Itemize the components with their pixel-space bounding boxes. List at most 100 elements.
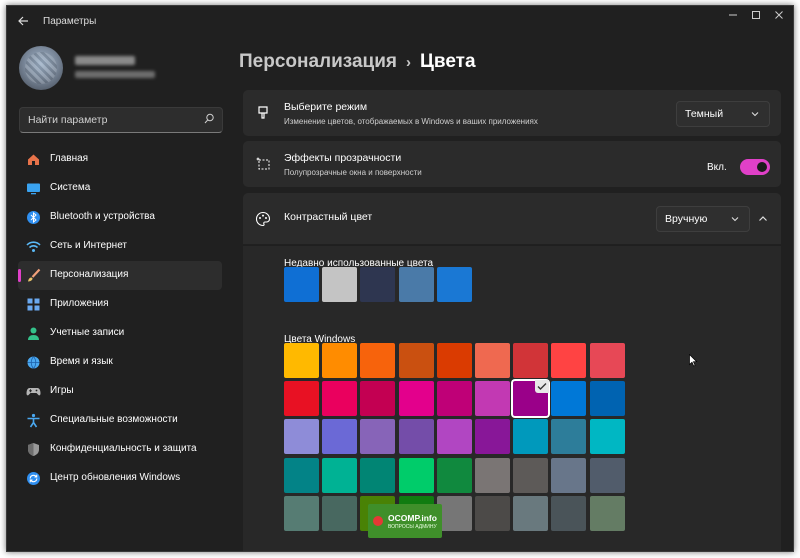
windows-color-swatch[interactable]: [436, 343, 472, 378]
palette-icon: [255, 211, 271, 227]
transparency-toggle[interactable]: [740, 159, 770, 175]
windows-color-swatch[interactable]: [589, 419, 625, 455]
sidebar-item-7[interactable]: Время и язык: [18, 348, 222, 377]
search-input[interactable]: Найти параметр: [19, 107, 223, 133]
mouse-cursor-icon: [689, 354, 698, 367]
windows-color-swatch[interactable]: [322, 457, 358, 493]
windows-color-swatch[interactable]: [398, 457, 434, 493]
windows-color-swatch[interactable]: [551, 495, 587, 531]
windows-color-swatch[interactable]: [284, 343, 319, 378]
windows-color-swatch[interactable]: [513, 419, 549, 455]
minimize-button[interactable]: [723, 10, 743, 26]
windows-color-swatch[interactable]: [589, 381, 625, 417]
minimize-icon: [729, 14, 737, 16]
title-bar: Параметры: [7, 6, 793, 36]
close-button[interactable]: [769, 10, 789, 26]
windows-color-swatch[interactable]: [360, 419, 396, 455]
sidebar-item-10[interactable]: Конфиденциальность и защита: [18, 435, 222, 464]
windows-color-swatch[interactable]: [436, 381, 472, 417]
windows-color-swatch[interactable]: [436, 495, 472, 531]
sidebar-item-1[interactable]: Система: [18, 174, 222, 203]
toggle-knob: [757, 162, 767, 172]
windows-color-swatch[interactable]: [322, 381, 358, 417]
windows-color-swatch[interactable]: [475, 419, 510, 455]
watermark-badge-icon: [373, 516, 383, 526]
windows-color-swatch[interactable]: [589, 495, 625, 531]
sidebar-item-label: Специальные возможности: [50, 414, 178, 425]
sidebar-item-label: Игры: [50, 385, 74, 396]
back-button[interactable]: [15, 13, 31, 29]
user-profile[interactable]: [19, 46, 229, 96]
windows-color-swatch[interactable]: [398, 381, 434, 417]
windows-color-swatch[interactable]: [284, 419, 319, 455]
sidebar-item-label: Учетные записи: [50, 327, 125, 338]
accent-card[interactable]: Контрастный цвет Вручную: [243, 193, 781, 244]
maximize-icon: [752, 11, 760, 19]
sidebar-item-6[interactable]: Учетные записи: [18, 319, 222, 348]
windows-color-swatch[interactable]: [436, 419, 472, 455]
accent-dropdown-value: Вручную: [665, 213, 708, 225]
windows-color-swatch[interactable]: [322, 419, 358, 455]
recent-color-swatch[interactable]: [398, 267, 434, 302]
recent-color-swatch[interactable]: [360, 267, 396, 302]
close-icon: [775, 11, 783, 19]
breadcrumb-parent[interactable]: Персонализация: [239, 51, 397, 72]
windows-color-swatch[interactable]: [284, 381, 319, 417]
windows-color-swatch[interactable]: [551, 419, 587, 455]
sidebar-item-9[interactable]: Специальные возможности: [18, 406, 222, 435]
windows-color-swatch[interactable]: [360, 457, 396, 493]
windows-color-swatch[interactable]: [322, 343, 358, 378]
sidebar-item-5[interactable]: Приложения: [18, 290, 222, 319]
windows-color-swatch[interactable]: [589, 343, 625, 378]
windows-color-swatch[interactable]: [284, 495, 319, 531]
windows-color-swatch[interactable]: [398, 419, 434, 455]
maximize-button[interactable]: [746, 10, 766, 26]
windows-color-swatch[interactable]: [513, 457, 549, 493]
transparency-title: Эффекты прозрачности: [284, 152, 402, 164]
transparency-card: Эффекты прозрачности Полупрозрачные окна…: [243, 141, 781, 187]
windows-color-swatch[interactable]: [551, 343, 587, 378]
windows-color-swatch[interactable]: [475, 457, 510, 493]
sidebar-item-11[interactable]: Центр обновления Windows: [18, 464, 222, 493]
chevron-up-icon[interactable]: [758, 214, 768, 224]
recent-color-swatch[interactable]: [284, 267, 319, 302]
windows-color-swatch[interactable]: [513, 343, 549, 378]
sidebar-item-2[interactable]: Bluetooth и устройства: [18, 203, 222, 232]
watermark-subtitle: ВОПРОСЫ АДМИНУ: [388, 524, 437, 530]
shield-icon: [28, 443, 39, 456]
windows-color-swatch[interactable]: [475, 381, 510, 417]
windows-color-swatch[interactable]: [475, 495, 510, 531]
sidebar-item-4[interactable]: Персонализация: [18, 261, 222, 290]
windows-color-swatch[interactable]: [398, 343, 434, 378]
sidebar-item-label: Система: [50, 182, 91, 193]
accent-dropdown[interactable]: Вручную: [656, 206, 750, 232]
mode-subtitle: Изменение цветов, отображаемых в Windows…: [284, 117, 538, 126]
person-icon: [28, 327, 39, 340]
apps-icon: [27, 298, 40, 311]
windows-color-swatch[interactable]: [513, 495, 549, 531]
user-name-blurred: [75, 56, 135, 65]
selected-color-swatch[interactable]: [511, 379, 551, 419]
avatar: [19, 46, 63, 90]
mode-title: Выберите режим: [284, 101, 368, 113]
recent-color-swatch[interactable]: [436, 267, 472, 302]
sidebar-item-0[interactable]: Главная: [18, 145, 222, 174]
windows-color-swatch[interactable]: [551, 381, 587, 417]
sidebar-item-label: Bluetooth и устройства: [50, 211, 155, 222]
windows-color-swatch[interactable]: [475, 343, 510, 378]
mode-dropdown[interactable]: Темный: [676, 101, 770, 127]
sidebar-item-label: Персонализация: [50, 269, 129, 280]
bluetooth-icon: [27, 211, 40, 224]
windows-color-swatch[interactable]: [284, 457, 319, 493]
windows-color-swatch[interactable]: [322, 495, 358, 531]
windows-color-swatch[interactable]: [589, 457, 625, 493]
sidebar-item-3[interactable]: Сеть и Интернет: [18, 232, 222, 261]
sidebar-item-8[interactable]: Игры: [18, 377, 222, 406]
windows-color-swatch[interactable]: [551, 457, 587, 493]
windows-color-swatch[interactable]: [360, 381, 396, 417]
windows-color-swatch[interactable]: [436, 457, 472, 493]
checkmark-icon: [535, 380, 550, 394]
recent-color-swatch[interactable]: [322, 267, 358, 302]
page-title: Цвета: [420, 51, 476, 72]
windows-color-swatch[interactable]: [360, 343, 396, 378]
